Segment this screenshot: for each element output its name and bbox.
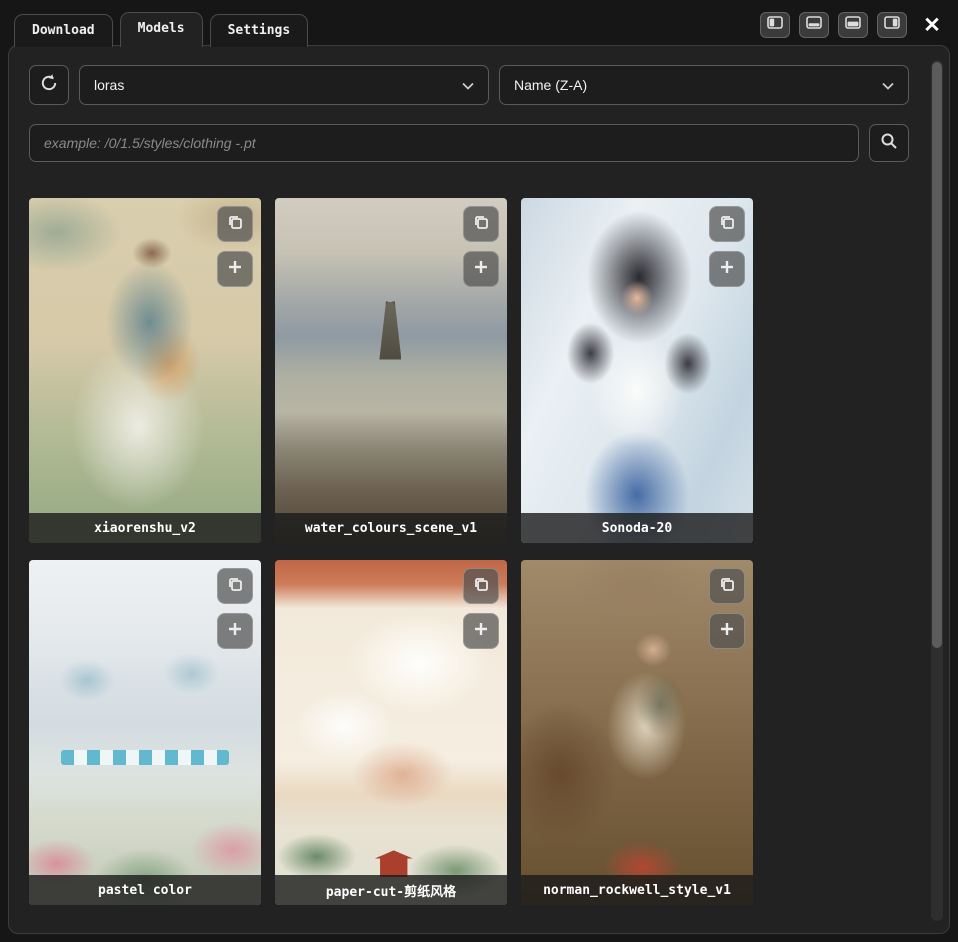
card-actions (217, 568, 253, 649)
copy-button[interactable] (463, 206, 499, 242)
tab-models[interactable]: Models (120, 12, 203, 47)
copy-button[interactable] (709, 206, 745, 242)
add-button[interactable] (217, 613, 253, 649)
copy-icon (473, 214, 489, 235)
model-card[interactable]: paper-cut-剪纸风格 (275, 560, 507, 905)
plus-icon (719, 621, 735, 642)
card-actions (463, 206, 499, 287)
copy-icon (227, 214, 243, 235)
search-button[interactable] (869, 124, 909, 162)
copy-button[interactable] (463, 568, 499, 604)
scrollbar[interactable] (931, 60, 943, 921)
model-name: Sonoda-20 (521, 513, 753, 543)
chevron-down-icon (882, 77, 894, 93)
plus-icon (719, 259, 735, 280)
tab-settings[interactable]: Settings (210, 14, 309, 47)
model-name: norman_rockwell_style_v1 (521, 875, 753, 905)
add-button[interactable] (709, 251, 745, 287)
copy-icon (719, 576, 735, 597)
model-grid: xiaorenshu_v2 water_colours_scene_v1 Son… (29, 198, 909, 905)
copy-icon (719, 214, 735, 235)
dock-bottom-icon (806, 16, 822, 34)
plus-icon (227, 621, 243, 642)
sort-select[interactable]: Name (Z-A) (499, 65, 909, 105)
refresh-button[interactable] (29, 65, 69, 105)
copy-icon (227, 576, 243, 597)
copy-icon (473, 576, 489, 597)
search-input[interactable] (29, 124, 859, 162)
refresh-icon (39, 73, 59, 98)
plus-icon (473, 621, 489, 642)
search-row (29, 124, 909, 162)
copy-button[interactable] (217, 206, 253, 242)
model-type-select[interactable]: loras (79, 65, 489, 105)
chevron-down-icon (462, 77, 474, 93)
add-button[interactable] (463, 613, 499, 649)
model-name: pastel color (29, 875, 261, 905)
search-icon (880, 132, 898, 155)
dock-bottom-button[interactable] (799, 12, 829, 38)
plus-icon (227, 259, 243, 280)
model-name: paper-cut-剪纸风格 (275, 875, 507, 905)
sort-value: Name (Z-A) (514, 77, 587, 93)
model-name: water_colours_scene_v1 (275, 513, 507, 543)
tab-download[interactable]: Download (14, 14, 113, 47)
card-actions (463, 568, 499, 649)
model-card[interactable]: Sonoda-20 (521, 198, 753, 543)
dock-left-button[interactable] (760, 12, 790, 38)
add-button[interactable] (709, 613, 745, 649)
model-card[interactable]: pastel color (29, 560, 261, 905)
model-card[interactable]: xiaorenshu_v2 (29, 198, 261, 543)
models-panel: loras Name (Z-A) xiaorens (8, 45, 950, 934)
scrollbar-thumb[interactable] (932, 62, 942, 648)
window-controls: ✕ (760, 11, 946, 39)
windmill-shape (379, 302, 401, 360)
copy-button[interactable] (217, 568, 253, 604)
model-card[interactable]: water_colours_scene_v1 (275, 198, 507, 543)
temple-shape (375, 850, 413, 877)
card-actions (709, 206, 745, 287)
awning-shape (61, 750, 228, 765)
dock-bottom-large-button[interactable] (838, 12, 868, 38)
close-button[interactable]: ✕ (918, 11, 946, 39)
dock-right-icon (884, 16, 900, 34)
model-name: xiaorenshu_v2 (29, 513, 261, 543)
add-button[interactable] (463, 251, 499, 287)
toolbar: loras Name (Z-A) (29, 65, 909, 105)
dock-right-button[interactable] (877, 12, 907, 38)
model-type-value: loras (94, 77, 124, 93)
copy-button[interactable] (709, 568, 745, 604)
dock-bottom-large-icon (845, 16, 861, 34)
dock-left-icon (767, 16, 783, 34)
add-button[interactable] (217, 251, 253, 287)
card-actions (217, 206, 253, 287)
card-actions (709, 568, 745, 649)
model-card[interactable]: norman_rockwell_style_v1 (521, 560, 753, 905)
plus-icon (473, 259, 489, 280)
